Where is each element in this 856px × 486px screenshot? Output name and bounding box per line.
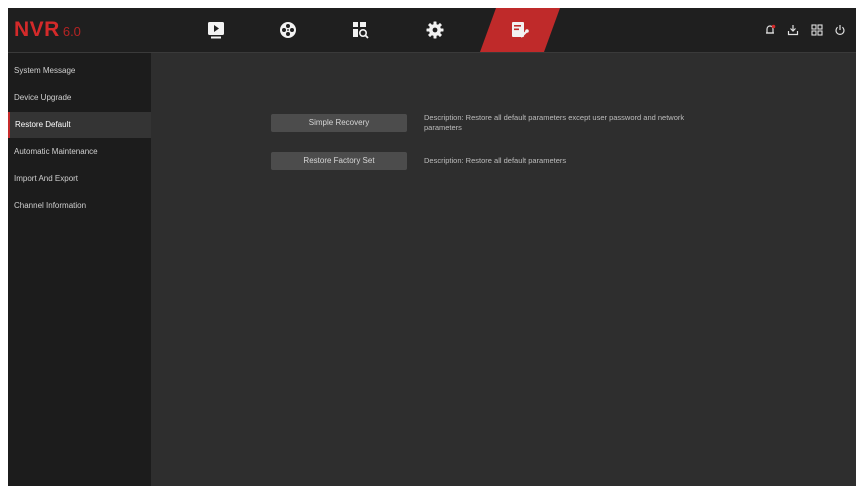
- app-window: NVR 6.0 System Message Device Upgrade Re…: [8, 8, 856, 486]
- download-icon: [787, 25, 799, 36]
- app-logo: NVR 6.0: [14, 17, 81, 43]
- file-search-icon: [353, 22, 369, 39]
- main-content: Simple Recovery Description: Restore all…: [151, 53, 856, 486]
- alarm-button[interactable]: [762, 22, 778, 38]
- restore-factory-set-description: Description: Restore all default paramet…: [424, 156, 567, 165]
- sidebar-item-import-and-export[interactable]: Import And Export: [8, 166, 151, 192]
- alarm-bell-icon: [766, 24, 776, 34]
- sidebar-item-channel-information[interactable]: Channel Information: [8, 193, 151, 219]
- play-icon: [208, 22, 224, 39]
- tab-search[interactable]: [335, 8, 385, 52]
- grid-view-icon: [811, 24, 823, 36]
- tab-playback[interactable]: [191, 8, 241, 52]
- simple-recovery-button[interactable]: Simple Recovery: [271, 114, 407, 132]
- top-navigation-bar: NVR 6.0: [8, 8, 856, 53]
- logo-version: 6.0: [62, 24, 81, 39]
- restore-factory-set-button[interactable]: Restore Factory Set: [271, 152, 407, 170]
- sidebar-item-restore-default[interactable]: Restore Default: [8, 112, 151, 138]
- sidebar: System Message Device Upgrade Restore De…: [8, 53, 151, 486]
- gear-icon: [426, 21, 444, 39]
- power-icon: [835, 25, 845, 35]
- power-button[interactable]: [832, 22, 848, 38]
- tab-maintenance-icon-wrap[interactable]: [495, 8, 545, 52]
- grid-view-button[interactable]: [809, 22, 825, 38]
- maintenance-icon: [512, 22, 529, 38]
- logo-brand: NVR: [14, 18, 60, 41]
- download-button[interactable]: [785, 22, 801, 38]
- tab-settings[interactable]: [410, 8, 460, 52]
- film-reel-icon: [280, 22, 296, 38]
- sidebar-item-system-message[interactable]: System Message: [8, 58, 151, 84]
- sidebar-item-device-upgrade[interactable]: Device Upgrade: [8, 85, 151, 111]
- tab-ai[interactable]: [263, 8, 313, 52]
- simple-recovery-description: Description: Restore all default paramet…: [424, 113, 685, 132]
- sidebar-item-automatic-maintenance[interactable]: Automatic Maintenance: [8, 139, 151, 165]
